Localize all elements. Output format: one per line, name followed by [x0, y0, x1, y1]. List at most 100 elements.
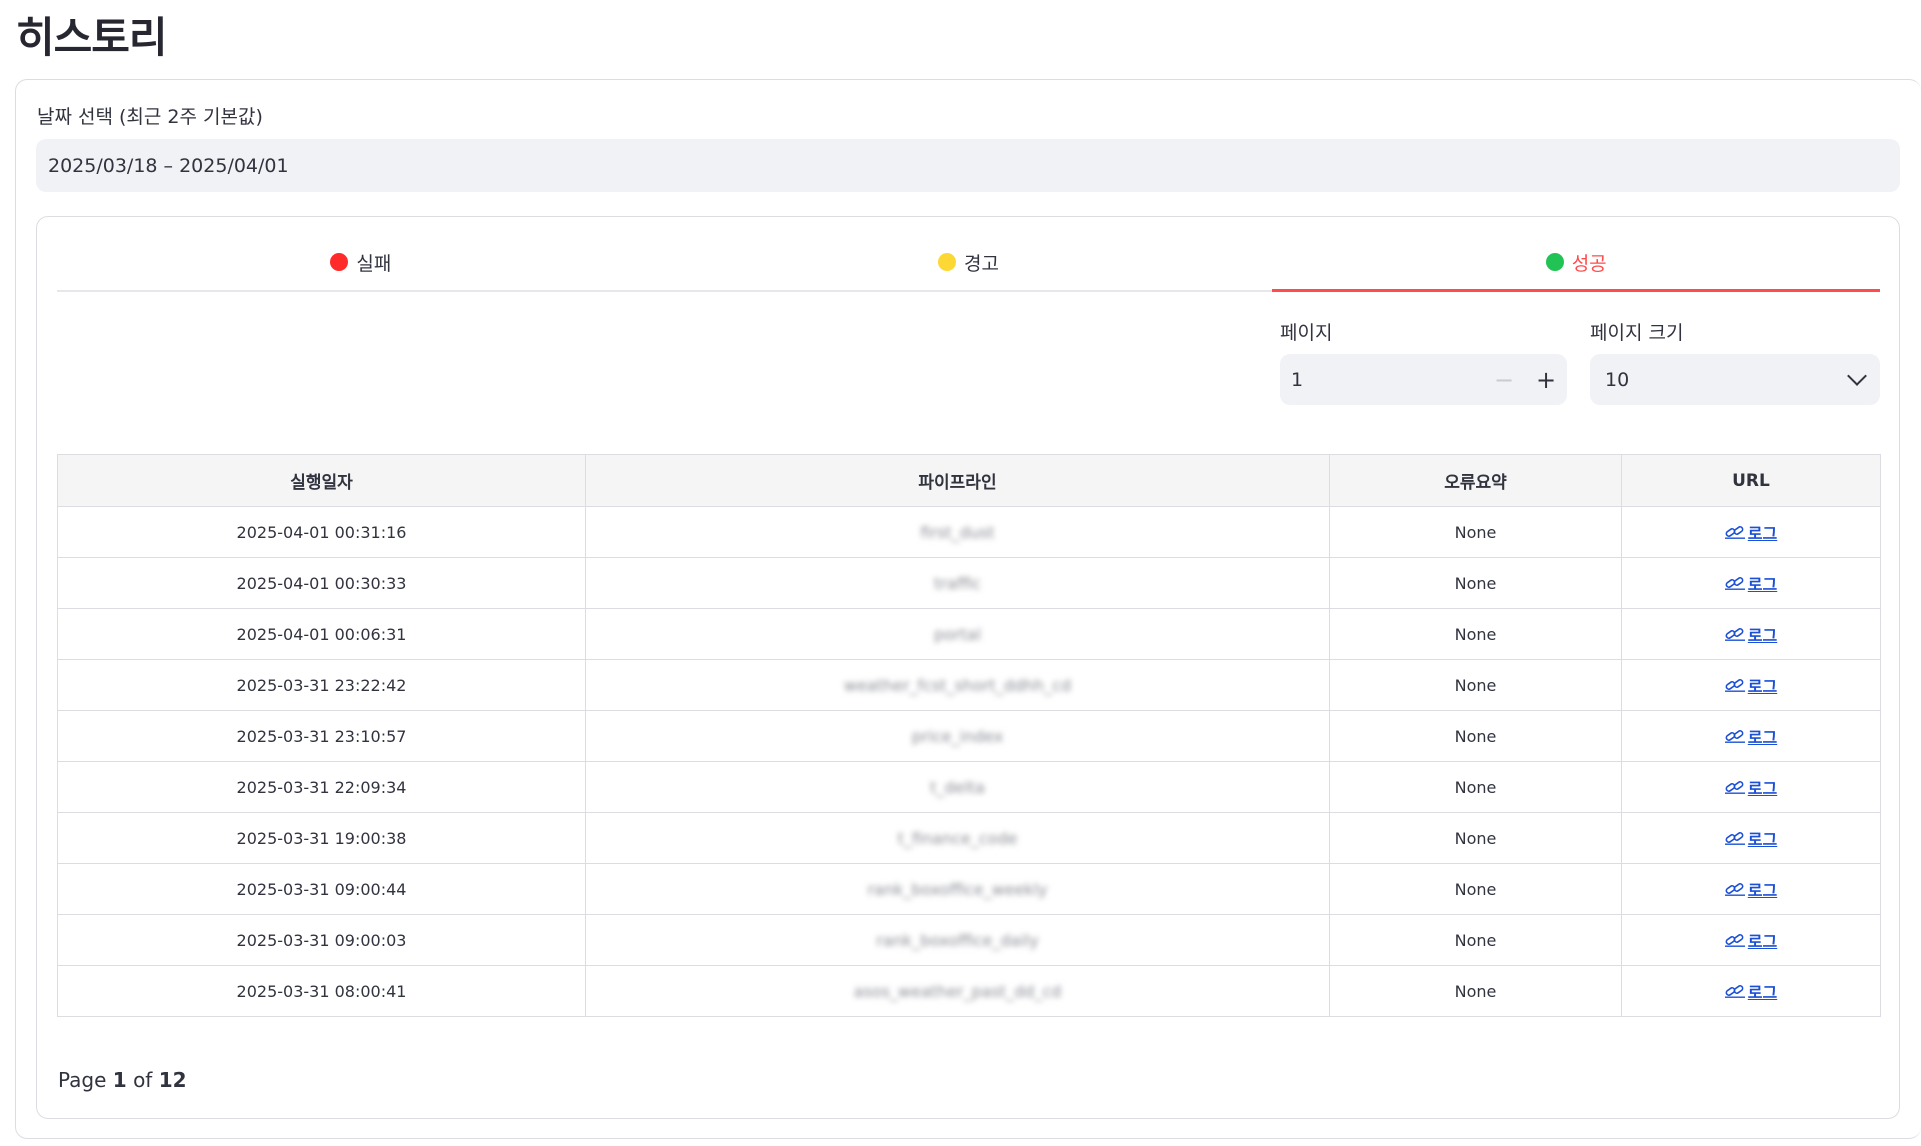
- log-link-label: 로그: [1747, 830, 1778, 849]
- cell-pipeline: portal: [585, 608, 1330, 660]
- log-link[interactable]: 로그: [1724, 877, 1778, 901]
- cell-url: 로그: [1621, 761, 1881, 813]
- date-range-input[interactable]: 2025/03/18 – 2025/04/01: [36, 139, 1900, 192]
- log-link-label: 로그: [1747, 677, 1778, 696]
- yellow-circle-icon: [938, 253, 957, 271]
- cell-pipeline: first_dust: [585, 506, 1330, 558]
- log-link[interactable]: 로그: [1724, 622, 1778, 646]
- cell-date: 2025-03-31 09:00:44: [57, 863, 586, 915]
- tab-failure[interactable]: 실패: [57, 240, 665, 290]
- cell-error: None: [1329, 710, 1622, 762]
- cell-error: None: [1329, 812, 1622, 864]
- table-row: 2025-03-31 09:00:44 rank_boxoffice_weekly…: [57, 863, 1881, 915]
- tab-success-label: 성공: [1571, 252, 1607, 275]
- chevron-down-icon: [1847, 366, 1867, 386]
- column-header-url: URL: [1621, 454, 1881, 507]
- log-link[interactable]: 로그: [1724, 928, 1778, 952]
- table-row: 2025-03-31 23:22:42 weather_fcst_short_dd…: [57, 659, 1881, 711]
- table-row: 2025-03-31 08:00:41 asos_weather_past_dd_…: [57, 965, 1881, 1017]
- table-header-row: 실행일자 파이프라인 오류요약 URL: [57, 454, 1881, 507]
- link-icon: [1724, 679, 1745, 692]
- pager-total: 12: [158, 1068, 187, 1092]
- cell-error: None: [1329, 557, 1622, 609]
- pager-of: of: [133, 1068, 153, 1092]
- increment-button[interactable]: +: [1525, 354, 1567, 405]
- pipeline-name: asos_weather_past_dd_cd: [853, 981, 1062, 1001]
- cell-pipeline: rank_boxoffice_weekly: [585, 863, 1330, 915]
- link-icon: [1724, 883, 1745, 896]
- log-link[interactable]: 로그: [1724, 775, 1777, 799]
- column-header-date: 실행일자: [57, 454, 586, 507]
- cell-pipeline: t_finance_code: [585, 812, 1330, 864]
- link-icon: [1724, 985, 1745, 998]
- log-link[interactable]: 로그: [1724, 571, 1777, 595]
- link-icon: [1724, 934, 1745, 947]
- tab-warning-label: 경고: [964, 252, 999, 275]
- green-circle-icon: [1545, 253, 1564, 271]
- cell-date: 2025-03-31 09:00:03: [57, 914, 586, 966]
- column-header-error: 오류요약: [1329, 454, 1622, 507]
- cell-date: 2025-03-31 22:09:34: [57, 761, 586, 813]
- column-header-pipeline: 파이프라인: [585, 454, 1330, 507]
- page-size-label: 페이지 크기: [1590, 322, 1684, 344]
- log-link-label: 로그: [1747, 932, 1778, 951]
- tab-failure-label: 실패: [356, 252, 392, 275]
- pipeline-name: t_finance_code: [897, 828, 1018, 848]
- cell-date: 2025-04-01 00:06:31: [57, 608, 586, 660]
- log-link[interactable]: 로그: [1724, 979, 1778, 1003]
- page-number-input[interactable]: 1: [1280, 369, 1483, 391]
- link-icon: [1724, 526, 1745, 539]
- link-icon: [1724, 832, 1745, 845]
- cell-date: 2025-04-01 00:31:16: [57, 506, 586, 558]
- date-range-value: 2025/03/18 – 2025/04/01: [48, 154, 289, 177]
- pipeline-name: first_dust: [920, 522, 995, 542]
- cell-error: None: [1329, 965, 1622, 1017]
- tab-success[interactable]: 성공: [1272, 240, 1880, 292]
- pager-prefix: Page: [58, 1068, 107, 1092]
- table-row: 2025-04-01 00:06:31 portal None 로그: [57, 608, 1881, 660]
- table-row: 2025-04-01 00:30:33 traffic None 로그: [57, 557, 1881, 609]
- cell-pipeline: price_index: [585, 710, 1330, 762]
- pagination-status: Page 1 of 12: [58, 1068, 187, 1092]
- cell-pipeline: rank_boxoffice_daily: [585, 914, 1330, 966]
- pipeline-name: price_index: [911, 726, 1004, 746]
- pipeline-name: rank_boxoffice_weekly: [867, 879, 1048, 899]
- log-link-label: 로그: [1747, 983, 1778, 1002]
- cell-url: 로그: [1621, 812, 1881, 864]
- log-link[interactable]: 로그: [1724, 520, 1778, 544]
- cell-pipeline: asos_weather_past_dd_cd: [585, 965, 1330, 1017]
- log-link-label: 로그: [1747, 881, 1778, 900]
- cell-pipeline: traffic: [585, 557, 1330, 609]
- link-icon: [1724, 730, 1745, 743]
- log-link[interactable]: 로그: [1724, 826, 1778, 850]
- history-table: 실행일자 파이프라인 오류요약 URL 2025-04-01 00:31:16 f…: [57, 454, 1881, 1017]
- cell-url: 로그: [1621, 863, 1881, 915]
- tab-warning[interactable]: 경고: [665, 240, 1273, 290]
- cell-url: 로그: [1621, 506, 1881, 558]
- decrement-button[interactable]: −: [1483, 354, 1525, 405]
- cell-error: None: [1329, 863, 1622, 915]
- table-row: 2025-03-31 19:00:38 t_finance_code None 로그: [57, 812, 1881, 864]
- page-size-select[interactable]: 10: [1590, 354, 1880, 405]
- link-icon: [1724, 577, 1745, 590]
- pipeline-name: traffic: [934, 573, 981, 593]
- log-link[interactable]: 로그: [1724, 673, 1778, 697]
- log-link-label: 로그: [1747, 626, 1778, 645]
- log-link[interactable]: 로그: [1724, 724, 1777, 748]
- cell-pipeline: weather_fcst_short_ddhh_cd: [585, 659, 1330, 711]
- cell-date: 2025-03-31 08:00:41: [57, 965, 586, 1017]
- cell-error: None: [1329, 608, 1622, 660]
- pipeline-name: portal: [933, 624, 982, 644]
- cell-date: 2025-03-31 23:10:57: [57, 710, 586, 762]
- cell-url: 로그: [1621, 914, 1881, 966]
- link-icon: [1724, 628, 1745, 641]
- cell-url: 로그: [1621, 659, 1881, 711]
- cell-error: None: [1329, 761, 1622, 813]
- log-link-label: 로그: [1747, 524, 1778, 543]
- table-row: 2025-04-01 00:31:16 first_dust None 로그: [57, 506, 1881, 558]
- cell-error: None: [1329, 914, 1622, 966]
- page-number-label: 페이지: [1280, 322, 1333, 344]
- cell-url: 로그: [1621, 608, 1881, 660]
- cell-url: 로그: [1621, 965, 1881, 1017]
- red-circle-icon: [330, 253, 349, 271]
